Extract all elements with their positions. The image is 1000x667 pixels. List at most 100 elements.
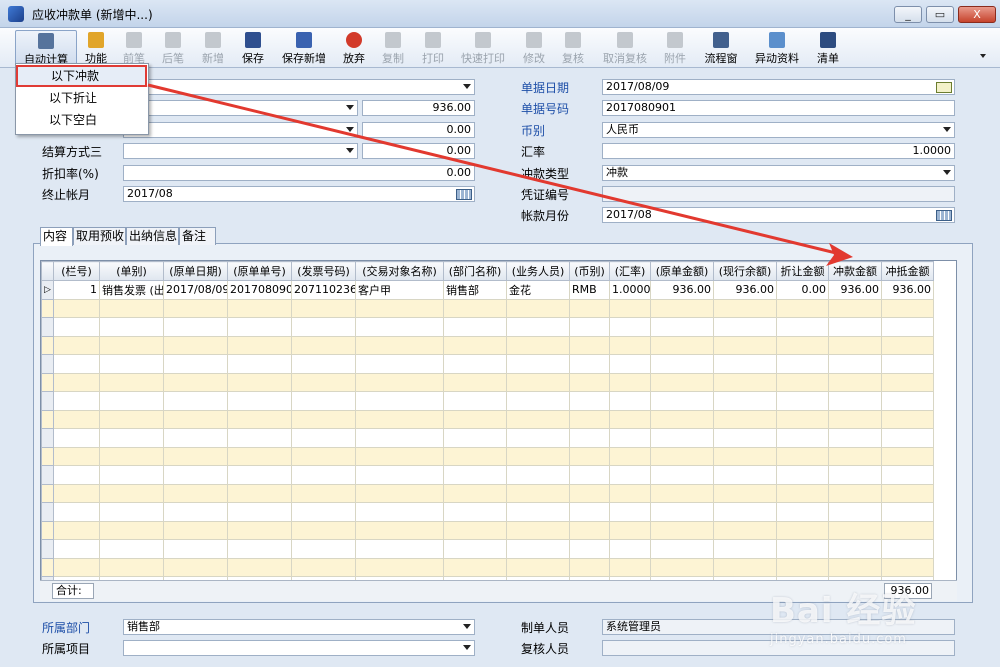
empty-cell[interactable] — [99, 428, 164, 448]
doc-no-field[interactable]: 2017080901 — [602, 100, 955, 116]
empty-cell[interactable] — [828, 317, 882, 337]
empty-cell[interactable] — [776, 354, 829, 374]
object-select[interactable]: 甲 — [123, 79, 475, 95]
empty-cell[interactable] — [650, 539, 714, 559]
settle3-select[interactable] — [123, 143, 358, 159]
empty-cell[interactable] — [881, 317, 934, 337]
empty-cell[interactable] — [291, 409, 356, 429]
review-button[interactable]: 复核 — [558, 30, 588, 66]
empty-cell[interactable] — [99, 520, 164, 540]
empty-cell[interactable] — [569, 317, 610, 337]
cell-offset-amount[interactable]: 936.00 — [828, 280, 882, 300]
empty-table-row[interactable] — [41, 335, 934, 355]
end-period-field[interactable]: 2017/08 — [123, 186, 475, 202]
empty-cell[interactable] — [776, 520, 829, 540]
empty-cell[interactable] — [443, 391, 507, 411]
empty-table-row[interactable] — [41, 465, 934, 485]
empty-cell[interactable] — [713, 520, 777, 540]
empty-cell[interactable] — [291, 354, 356, 374]
empty-cell[interactable] — [53, 557, 100, 577]
empty-cell[interactable] — [569, 298, 610, 318]
empty-cell[interactable] — [881, 539, 934, 559]
print-button[interactable]: 打印 — [418, 30, 448, 66]
empty-cell[interactable] — [163, 465, 228, 485]
empty-cell[interactable] — [99, 539, 164, 559]
empty-cell[interactable] — [443, 428, 507, 448]
col-header-orig-amount[interactable]: (原单金额) — [650, 261, 714, 281]
empty-table-row[interactable] — [41, 391, 934, 411]
previous-button[interactable]: 前笔 — [119, 30, 149, 66]
empty-cell[interactable] — [609, 502, 651, 522]
empty-cell[interactable] — [355, 298, 444, 318]
empty-cell[interactable] — [776, 409, 829, 429]
empty-cell[interactable] — [881, 335, 934, 355]
empty-cell[interactable] — [227, 354, 292, 374]
empty-cell[interactable] — [99, 372, 164, 392]
account-month-field[interactable]: 2017/08 — [602, 207, 955, 223]
empty-cell[interactable] — [163, 391, 228, 411]
empty-table-row[interactable] — [41, 483, 934, 503]
empty-cell[interactable] — [53, 317, 100, 337]
empty-cell[interactable] — [443, 557, 507, 577]
empty-cell[interactable] — [355, 465, 444, 485]
empty-cell[interactable] — [828, 354, 882, 374]
empty-cell[interactable] — [506, 317, 570, 337]
empty-cell[interactable] — [650, 557, 714, 577]
empty-cell[interactable] — [650, 502, 714, 522]
col-header-invoice-no[interactable]: (发票号码) — [291, 261, 356, 281]
empty-cell[interactable] — [609, 483, 651, 503]
cell-orig-amount[interactable]: 936.00 — [650, 280, 714, 300]
empty-cell[interactable] — [569, 391, 610, 411]
offset-type-select[interactable]: 冲款 — [602, 165, 955, 181]
empty-cell[interactable] — [713, 354, 777, 374]
empty-cell[interactable] — [291, 391, 356, 411]
empty-cell[interactable] — [713, 409, 777, 429]
empty-cell[interactable] — [443, 354, 507, 374]
empty-cell[interactable] — [291, 520, 356, 540]
empty-cell[interactable] — [355, 372, 444, 392]
empty-cell[interactable] — [881, 354, 934, 374]
cell-writeoff-amount[interactable]: 936.00 — [881, 280, 934, 300]
empty-cell[interactable] — [650, 335, 714, 355]
empty-cell[interactable] — [163, 483, 228, 503]
empty-cell[interactable] — [53, 520, 100, 540]
empty-cell[interactable] — [650, 483, 714, 503]
empty-cell[interactable] — [163, 335, 228, 355]
empty-cell[interactable] — [506, 372, 570, 392]
empty-cell[interactable] — [99, 409, 164, 429]
cell-orig-no[interactable]: 2017080901 — [227, 280, 292, 300]
calendar-icon[interactable] — [456, 189, 472, 200]
empty-cell[interactable] — [163, 502, 228, 522]
col-header-counterparty[interactable]: (交易对象名称) — [355, 261, 444, 281]
close-button[interactable]: X — [958, 6, 996, 23]
empty-cell[interactable] — [713, 502, 777, 522]
empty-cell[interactable] — [609, 539, 651, 559]
empty-cell[interactable] — [227, 465, 292, 485]
empty-cell[interactable] — [443, 502, 507, 522]
col-header-dept[interactable]: (部门名称) — [443, 261, 507, 281]
empty-cell[interactable] — [506, 465, 570, 485]
empty-cell[interactable] — [506, 298, 570, 318]
col-header-currency[interactable]: (币别) — [569, 261, 610, 281]
empty-cell[interactable] — [99, 465, 164, 485]
empty-cell[interactable] — [227, 335, 292, 355]
empty-cell[interactable] — [569, 409, 610, 429]
cell-discount-amount[interactable]: 0.00 — [776, 280, 829, 300]
empty-cell[interactable] — [650, 391, 714, 411]
empty-cell[interactable] — [163, 446, 228, 466]
empty-table-row[interactable] — [41, 354, 934, 374]
empty-cell[interactable] — [291, 372, 356, 392]
empty-cell[interactable] — [776, 539, 829, 559]
empty-cell[interactable] — [650, 465, 714, 485]
empty-cell[interactable] — [569, 354, 610, 374]
empty-cell[interactable] — [506, 483, 570, 503]
empty-cell[interactable] — [355, 446, 444, 466]
empty-cell[interactable] — [53, 409, 100, 429]
empty-cell[interactable] — [569, 483, 610, 503]
col-header-line-no[interactable]: (栏号) — [53, 261, 100, 281]
empty-cell[interactable] — [506, 520, 570, 540]
empty-cell[interactable] — [227, 317, 292, 337]
empty-cell[interactable] — [609, 557, 651, 577]
flow-window-button[interactable]: 流程窗 — [700, 30, 742, 66]
empty-cell[interactable] — [713, 465, 777, 485]
